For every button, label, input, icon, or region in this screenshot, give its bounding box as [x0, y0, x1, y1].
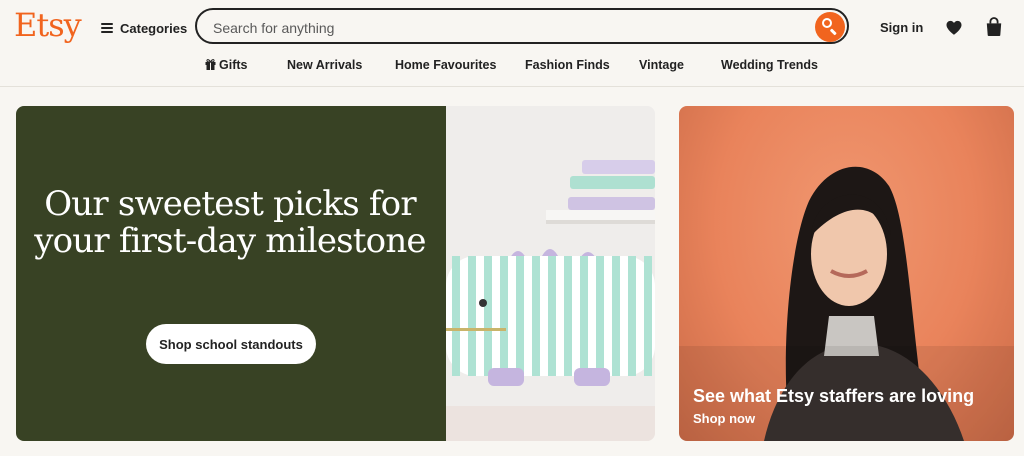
gift-icon	[205, 59, 216, 70]
etsy-logo[interactable]: Etsy	[14, 6, 82, 44]
nav-item-label: Gifts	[219, 58, 248, 72]
site-header: Etsy Categories Sign in Gifts New Arriva…	[0, 0, 1024, 87]
categories-label: Categories	[120, 20, 188, 36]
categories-button[interactable]: Categories	[101, 17, 187, 39]
search-button[interactable]	[815, 12, 845, 42]
nav-item-new-arrivals[interactable]: New Arrivals	[287, 58, 362, 72]
heart-icon[interactable]	[945, 19, 963, 37]
nav-item-home-favourites[interactable]: Home Favourites	[395, 58, 496, 72]
shopping-bag-icon[interactable]	[985, 17, 1003, 37]
shop-now-link[interactable]: Shop now	[693, 411, 755, 426]
nav-item-wedding-trends[interactable]: Wedding Trends	[721, 58, 818, 72]
hero-banner[interactable]: Our sweetest picks for your first-day mi…	[16, 106, 655, 441]
hero-panel: Our sweetest picks for your first-day mi…	[16, 106, 446, 441]
staff-picks-card[interactable]: See what Etsy staffers are loving Shop n…	[679, 106, 1014, 441]
shop-school-standouts-button[interactable]: Shop school standouts	[146, 324, 316, 364]
striped-pencil-case-image	[446, 106, 655, 441]
nav-item-gifts[interactable]: Gifts	[205, 58, 247, 72]
hero-title: Our sweetest picks for your first-day mi…	[34, 184, 426, 261]
menu-icon	[101, 23, 113, 33]
sign-in-link[interactable]: Sign in	[880, 20, 923, 35]
nav-item-fashion-finds[interactable]: Fashion Finds	[525, 58, 610, 72]
staff-card-title: See what Etsy staffers are loving	[693, 386, 975, 406]
hero-product-image	[446, 106, 655, 441]
category-nav: Gifts New Arrivals Home Favourites Fashi…	[0, 58, 1024, 76]
nav-item-vintage[interactable]: Vintage	[639, 58, 684, 72]
search-input[interactable]	[211, 16, 805, 40]
search-bar	[195, 8, 849, 44]
